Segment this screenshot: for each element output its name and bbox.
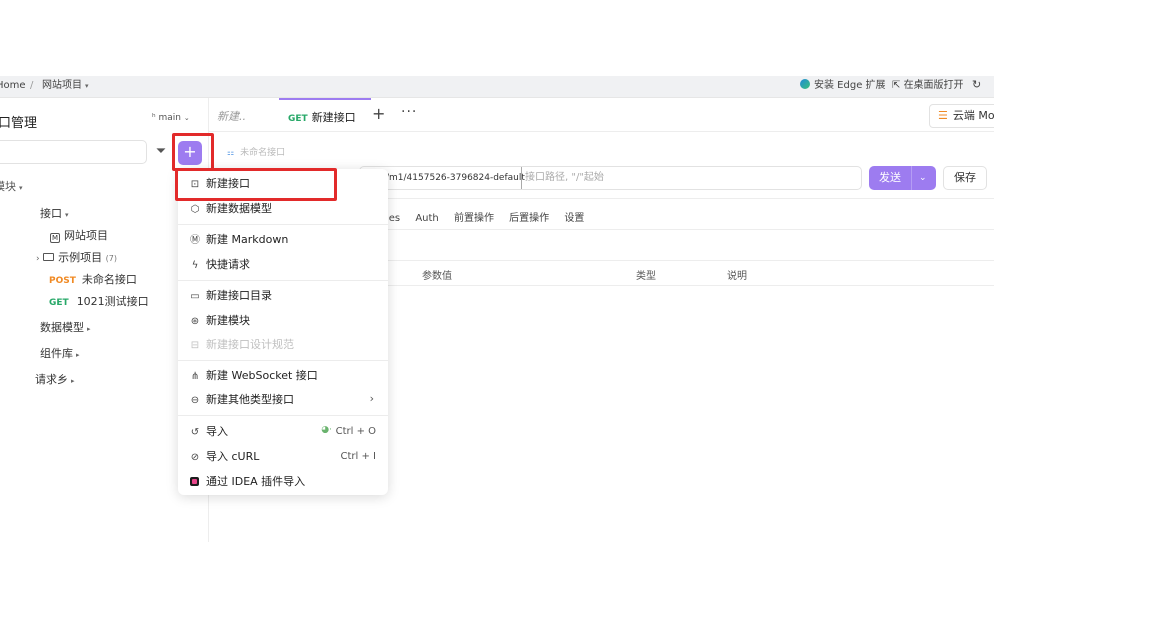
cube-icon: ⬡ xyxy=(190,204,200,215)
subtab-settings[interactable]: 设置 xyxy=(564,213,584,224)
subtab-properties[interactable]: ies xyxy=(386,213,400,224)
menu-new-markdown[interactable]: Ⓜ 新建 Markdown xyxy=(190,232,288,248)
divider xyxy=(359,198,994,199)
base-url: /m1/4157526-3796824-default xyxy=(386,173,525,183)
sidebar-title: 口管理 xyxy=(0,116,38,131)
menu-idea-plugin-import[interactable]: 通过 IDEA 插件导入 xyxy=(190,474,305,490)
sidebar-item-test-api[interactable]: GET 1021测试接口 xyxy=(49,293,149,309)
chevron-right-icon: › xyxy=(36,254,40,264)
cloud-icon: ☰ xyxy=(938,109,948,122)
module-icon: ⊛ xyxy=(190,316,200,327)
branch-selector[interactable]: ʰ main ⌄ xyxy=(152,113,190,123)
request-subtabs: ies Auth 前置操作 后置操作 设置 xyxy=(386,209,596,224)
edge-icon xyxy=(800,79,810,89)
sidebar-item-module[interactable]: 模块▾ xyxy=(0,178,23,194)
menu-import[interactable]: ↺ 导入 xyxy=(190,424,228,440)
send-button[interactable]: 发送 ⌄ xyxy=(869,166,936,190)
menu-new-websocket[interactable]: ⋔ 新建 WebSocket 接口 xyxy=(190,368,318,384)
folder-icon xyxy=(43,253,55,261)
add-tab-icon[interactable]: + xyxy=(372,104,385,123)
tab-new-api[interactable]: GET 新建接口 xyxy=(279,98,371,132)
cloud-mock-button[interactable]: ☰ 云端 Mo xyxy=(929,104,994,128)
api-icon: ⚏ xyxy=(227,148,235,157)
sidebar-item-api[interactable]: 接口 ▾ xyxy=(40,205,69,221)
menu-new-other-type[interactable]: ⊖ 新建其他类型接口 xyxy=(190,392,376,408)
col-type: 类型 xyxy=(636,271,656,282)
menu-new-module[interactable]: ⊛ 新建模块 xyxy=(190,313,250,329)
highlight-add-button xyxy=(172,133,214,171)
col-param-value: 参数值 xyxy=(422,271,452,282)
menu-quick-request[interactable]: ϟ 快捷请求 xyxy=(190,257,250,273)
folder-icon: ▭ xyxy=(190,291,200,302)
open-desktop-link[interactable]: ⇱ 在桌面版打开 xyxy=(892,79,964,93)
filter-icon[interactable]: ⏷ xyxy=(150,141,172,163)
breadcrumb-home[interactable]: Home xyxy=(0,79,26,93)
menu-new-api-folder[interactable]: ▭ 新建接口目录 xyxy=(190,288,272,304)
menu-new-data-model[interactable]: ⬡ 新建数据模型 xyxy=(190,201,272,217)
more-icon[interactable]: ··· xyxy=(401,104,417,120)
subtab-auth[interactable]: Auth xyxy=(415,213,438,224)
curl-icon: ⊘ xyxy=(190,452,200,463)
chevron-down-icon[interactable]: ⌄ xyxy=(919,166,927,190)
app-root: Home / 网站项目▾ 安装 Edge 扩展 ⇱ 在桌面版打开 ↻ 口管理 ʰ… xyxy=(0,0,1159,622)
sidebar-item-unnamed-api[interactable]: POST 未命名接口 xyxy=(49,271,137,287)
divider xyxy=(359,229,994,230)
refresh-icon[interactable]: ↻ xyxy=(972,78,981,92)
install-edge-extension[interactable]: 安装 Edge 扩展 xyxy=(800,79,886,93)
sidebar-item-example-project[interactable]: › 示例项目 (7) xyxy=(36,249,117,265)
url-input[interactable]: /m1/4157526-3796824-default 接口路径, "/"起始 xyxy=(359,166,862,190)
save-button[interactable]: 保存 xyxy=(943,166,987,190)
sidebar-item-components[interactable]: 组件库 ▸ xyxy=(40,345,80,361)
new-item-menu: ⊡ 新建接口 ⬡ 新建数据模型 Ⓜ 新建 Markdown ϟ 快捷请求 ▭ 新建接口目录… xyxy=(178,169,388,495)
subtab-pre-ops[interactable]: 前置操作 xyxy=(454,213,494,224)
spec-icon: ⊟ xyxy=(190,340,200,351)
sidebar-item-website-project[interactable]: M 网站项目 xyxy=(50,227,108,243)
screenshot-area: Home / 网站项目▾ 安装 Edge 扩展 ⇱ 在桌面版打开 ↻ 口管理 ʰ… xyxy=(0,76,994,542)
browser-toolbar: Home / 网站项目▾ 安装 Edge 扩展 ⇱ 在桌面版打开 ↻ xyxy=(0,76,994,98)
sidebar-item-data-model[interactable]: 数据模型 ▸ xyxy=(40,319,91,335)
col-description: 说明 xyxy=(727,271,747,282)
subtab-post-ops[interactable]: 后置操作 xyxy=(509,213,549,224)
breadcrumb-separator: / xyxy=(30,80,34,91)
api-name-field[interactable]: ⚏ 未命名接口 xyxy=(227,145,285,158)
import-icon: ↺ xyxy=(190,427,200,438)
divider xyxy=(359,260,994,261)
shortcut-import: Ctrl + O xyxy=(335,426,376,437)
search-input[interactable] xyxy=(0,140,147,164)
markdown-icon: Ⓜ xyxy=(190,235,200,246)
markdown-doc-icon: M xyxy=(50,233,60,243)
menu-import-curl[interactable]: ⊘ 导入 cURL xyxy=(190,449,260,465)
breadcrumb-project[interactable]: 网站项目 ▾ xyxy=(42,79,89,93)
tab-bar: 新建.. GET 新建接口 + ··· ☰ 云端 Mo xyxy=(209,98,994,132)
sidebar-item-requests[interactable]: 请求乡 ▸ xyxy=(35,371,75,387)
highlight-new-api xyxy=(175,168,337,201)
import-badge-icon: ◕· xyxy=(321,425,332,435)
shortcut-import-curl: Ctrl + I xyxy=(340,451,376,462)
menu-new-design-spec: ⊟ 新建接口设计规范 xyxy=(190,337,294,353)
websocket-icon: ⋔ xyxy=(190,371,200,382)
chevron-right-icon: › xyxy=(369,392,374,405)
url-placeholder: 接口路径, "/"起始 xyxy=(521,167,604,189)
desktop-icon: ⇱ xyxy=(892,80,904,91)
idea-icon xyxy=(190,477,199,486)
other-icon: ⊖ xyxy=(190,395,200,406)
lightning-icon: ϟ xyxy=(191,260,199,271)
tab-draft[interactable]: 新建.. xyxy=(217,108,246,124)
divider xyxy=(359,285,994,286)
